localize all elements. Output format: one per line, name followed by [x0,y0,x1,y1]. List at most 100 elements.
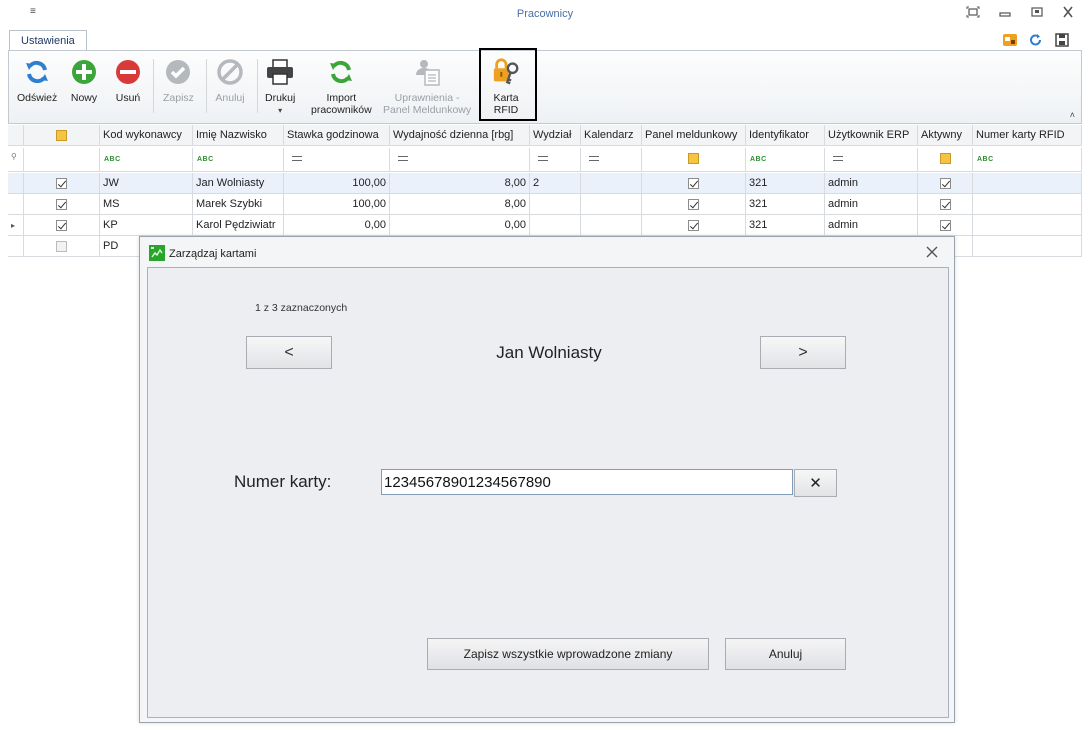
filter-code[interactable]: ABC [100,148,193,172]
cell-active-checkbox[interactable] [939,177,951,189]
select-all-checkbox[interactable] [56,129,67,141]
cell-active[interactable] [918,215,973,236]
cell-name[interactable]: Marek Szybki [193,194,284,215]
cell-erp-user[interactable]: admin [825,173,918,194]
panel-filter-checkbox[interactable] [688,152,699,164]
cell-panel-checkbox[interactable] [688,198,699,210]
previous-employee-button[interactable]: < [246,336,332,369]
column-header-erp-user[interactable]: Użytkownik ERP [825,125,918,146]
save-button[interactable]: Zapisz [163,57,194,104]
column-header-efficiency[interactable]: Wydajność dzienna [rbg] [390,125,530,146]
print-dropdown-icon[interactable]: ▾ [278,105,282,117]
filter-rate[interactable] [284,148,390,172]
maximize-button[interactable] [1030,6,1048,22]
cell-panel-checkbox[interactable] [688,177,699,189]
cell-panel[interactable] [642,215,746,236]
filter-name[interactable]: ABC [193,148,284,172]
save-all-changes-button[interactable]: Zapisz wszystkie wprowadzone zmiany [427,638,709,670]
header-select-all[interactable] [24,125,100,146]
row-select[interactable] [24,173,100,194]
cell-rate[interactable]: 100,00 [284,194,390,215]
cell-rate[interactable]: 0,00 [284,215,390,236]
column-header-active[interactable]: Aktywny [918,125,973,146]
cell-rfid[interactable] [973,215,1082,236]
row-select-checkbox[interactable] [56,177,67,189]
cell-active-checkbox[interactable] [939,198,951,210]
active-filter-checkbox[interactable] [939,152,951,164]
permissions-button[interactable]: Uprawnienia - Panel Meldunkowy [383,57,471,116]
import-employees-button[interactable]: Import pracowników [311,57,372,116]
tab-ustawienia[interactable]: Ustawienia [9,30,87,51]
cell-erp-user[interactable]: admin [825,215,918,236]
cell-department[interactable] [530,194,581,215]
cell-name[interactable]: Karol Pędziwiatr [193,215,284,236]
new-button[interactable]: Nowy [69,57,99,104]
refresh-button[interactable]: Odśwież [17,57,57,104]
column-header-name[interactable]: Imię Nazwisko [193,125,284,146]
row-indicator[interactable]: ▸ [8,215,24,236]
save-layout-icon[interactable] [1054,32,1072,48]
cell-active[interactable] [918,194,973,215]
cell-erp-user[interactable]: admin [825,194,918,215]
filter-department[interactable] [530,148,581,172]
language-icon[interactable] [1002,32,1020,48]
filter-erp-user[interactable] [825,148,918,172]
cell-panel-checkbox[interactable] [688,219,699,231]
column-header-code[interactable]: Kod wykonawcy [100,125,193,146]
cell-panel[interactable] [642,194,746,215]
cell-code[interactable]: JW [100,173,193,194]
clear-card-button[interactable]: ✕ [794,469,837,497]
cell-rate[interactable]: 100,00 [284,173,390,194]
row-select[interactable] [24,236,100,257]
delete-button[interactable]: Usuń [113,57,143,104]
cell-rfid[interactable] [973,236,1082,257]
filter-active[interactable] [918,148,973,172]
column-header-calendar[interactable]: Kalendarz [581,125,642,146]
filter-efficiency[interactable] [390,148,530,172]
table-row[interactable]: JW Jan Wolniasty 100,00 8,00 2 321 admin [8,173,1082,194]
cell-calendar[interactable] [581,215,642,236]
close-window-button[interactable] [1061,6,1079,22]
print-button[interactable]: Drukuj ▾ [265,57,295,117]
column-header-rate[interactable]: Stawka godzinowa [284,125,390,146]
row-indicator[interactable] [8,173,24,194]
dialog-close-button[interactable] [926,246,940,260]
row-indicator[interactable] [8,236,24,257]
column-header-panel[interactable]: Panel meldunkowy [642,125,746,146]
cell-identifier[interactable]: 321 [746,173,825,194]
cell-calendar[interactable] [581,194,642,215]
row-select-checkbox[interactable] [56,198,67,210]
cell-efficiency[interactable]: 8,00 [390,173,530,194]
next-employee-button[interactable]: > [760,336,846,369]
row-indicator[interactable] [8,194,24,215]
cell-efficiency[interactable]: 8,00 [390,194,530,215]
undo-icon[interactable] [1028,32,1046,48]
filter-identifier[interactable]: ABC [746,148,825,172]
cancel-dialog-button[interactable]: Anuluj [725,638,846,670]
cell-rfid[interactable] [973,194,1082,215]
column-header-identifier[interactable]: Identyfikator [746,125,825,146]
cell-identifier[interactable]: 321 [746,215,825,236]
card-number-input[interactable] [381,469,793,495]
cancel-ribbon-button[interactable]: Anuluj [215,57,245,104]
table-row[interactable]: ▸ KP Karol Pędziwiatr 0,00 0,00 321 admin [8,215,1082,236]
cell-active[interactable] [918,173,973,194]
filter-calendar[interactable] [581,148,642,172]
restore-layout-icon[interactable] [966,6,984,22]
collapse-ribbon-icon[interactable]: ˄ [1070,110,1075,120]
row-select[interactable] [24,194,100,215]
cell-panel[interactable] [642,173,746,194]
cell-efficiency[interactable]: 0,00 [390,215,530,236]
row-select[interactable] [24,215,100,236]
row-select-checkbox[interactable] [56,219,67,231]
minimize-button[interactable] [998,6,1016,22]
column-header-rfid[interactable]: Numer karty RFID [973,125,1082,146]
row-select-checkbox[interactable] [56,240,67,252]
cell-code[interactable]: MS [100,194,193,215]
cell-active-checkbox[interactable] [939,219,951,231]
cell-name[interactable]: Jan Wolniasty [193,173,284,194]
table-row[interactable]: MS Marek Szybki 100,00 8,00 321 admin [8,194,1082,215]
filter-select[interactable] [24,148,100,172]
cell-department[interactable]: 2 [530,173,581,194]
cell-calendar[interactable] [581,173,642,194]
